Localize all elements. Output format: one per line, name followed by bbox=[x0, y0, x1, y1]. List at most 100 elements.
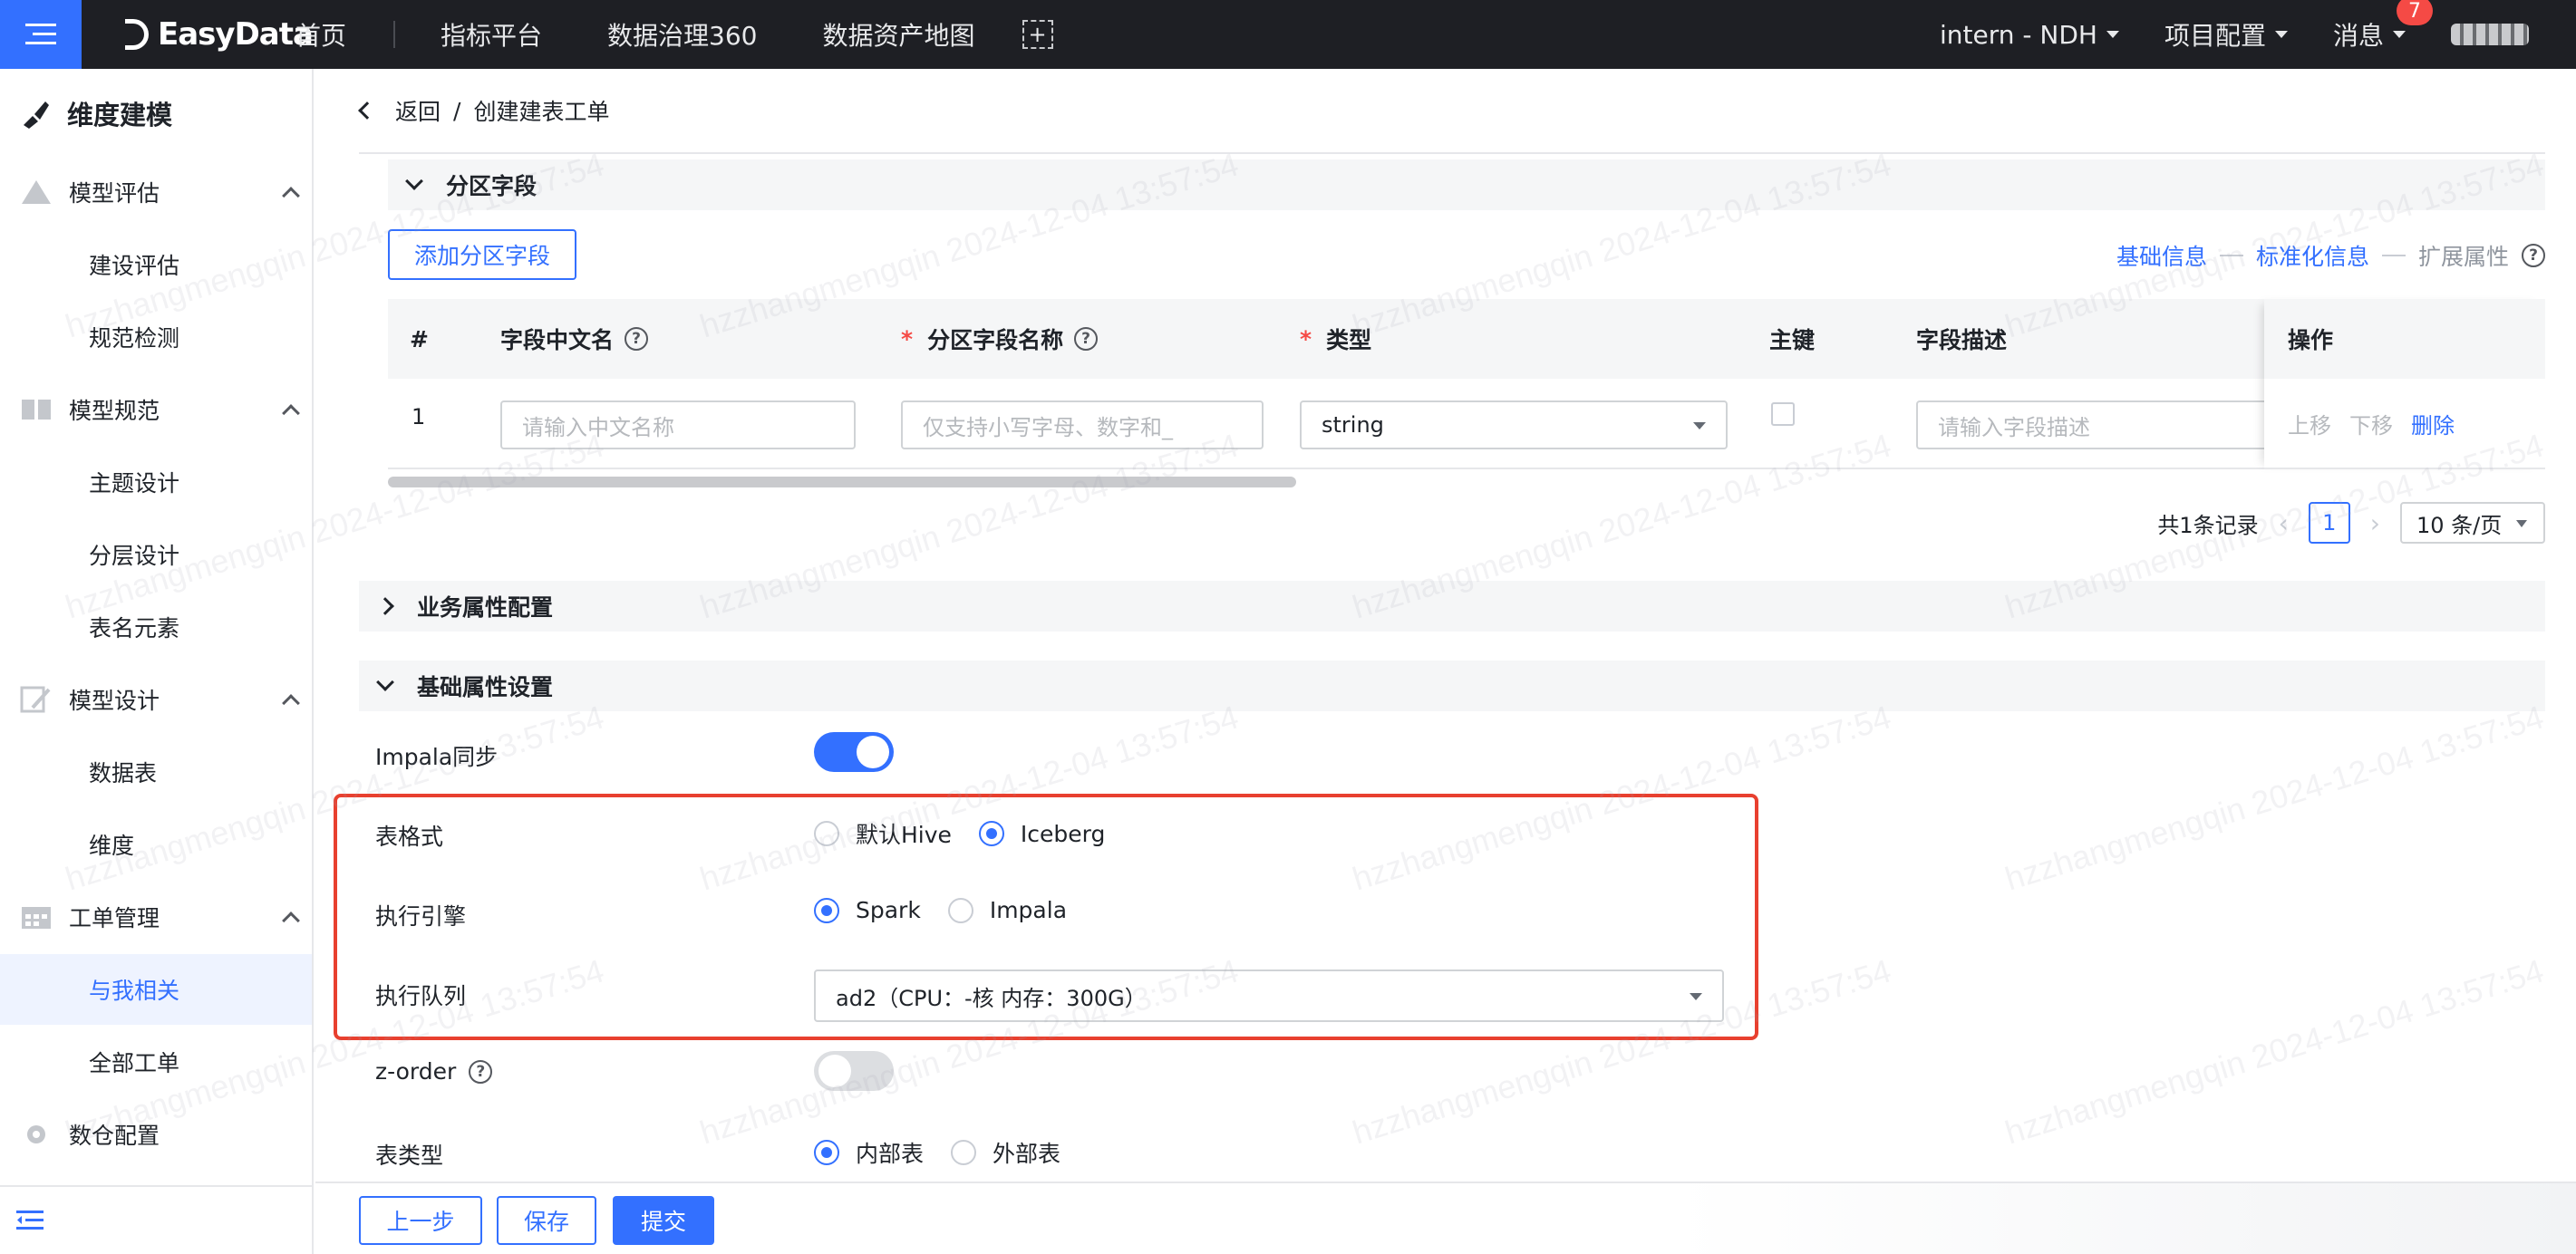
chevron-down-icon bbox=[2393, 31, 2406, 38]
engine-label: 执行引擎 bbox=[375, 903, 467, 930]
column-header-cn-name: 字段中文名? bbox=[500, 299, 649, 379]
next-page-icon[interactable]: › bbox=[2370, 508, 2380, 538]
breadcrumb-back[interactable]: 返回 bbox=[395, 94, 441, 127]
design-icon bbox=[20, 686, 51, 713]
chevron-down-icon bbox=[2516, 520, 2527, 527]
sidebar-title: 维度建模 bbox=[20, 94, 172, 132]
sidebar-group-warehouse-config[interactable]: 数仓配置 bbox=[20, 1118, 297, 1151]
chevron-right-icon bbox=[376, 597, 394, 615]
project-selector[interactable]: intern - NDH bbox=[1940, 20, 2119, 50]
app-logo[interactable]: EasyData bbox=[125, 0, 314, 69]
logo-text: EasyData bbox=[158, 16, 314, 53]
move-up-button[interactable]: 上移 bbox=[2288, 408, 2331, 439]
type-select[interactable]: string bbox=[1300, 400, 1728, 449]
horizontal-scrollbar[interactable] bbox=[388, 477, 1296, 487]
radio-spark[interactable] bbox=[814, 897, 839, 923]
messages-menu[interactable]: 消息 7 bbox=[2332, 0, 2433, 53]
nav-home[interactable]: 首页 bbox=[295, 16, 346, 53]
move-down-button[interactable]: 下移 bbox=[2349, 408, 2393, 439]
table-format-label: 表格式 bbox=[375, 824, 444, 850]
column-header-operations: 操作 bbox=[2264, 299, 2545, 379]
radio-label[interactable]: Impala bbox=[990, 897, 1067, 923]
sidebar-item-dimension[interactable]: 维度 bbox=[0, 809, 312, 880]
chevron-left-icon[interactable] bbox=[358, 101, 376, 120]
section-basic-header[interactable]: 基础属性设置 bbox=[359, 661, 2545, 711]
page-number[interactable]: 1 bbox=[2308, 502, 2350, 544]
sidebar-item-table-name-elements[interactable]: 表名元素 bbox=[0, 592, 312, 662]
radio-label[interactable]: Spark bbox=[856, 897, 921, 923]
delete-button[interactable]: 删除 bbox=[2411, 408, 2455, 439]
radio-internal-table[interactable] bbox=[814, 1140, 839, 1165]
sidebar-item-data-table[interactable]: 数据表 bbox=[0, 737, 312, 807]
prev-step-button[interactable]: 上一步 bbox=[359, 1196, 482, 1245]
sidebar-group-model-spec[interactable]: 模型规范 bbox=[20, 393, 300, 426]
help-icon[interactable]: ? bbox=[1074, 327, 1099, 351]
impala-sync-toggle[interactable] bbox=[814, 732, 894, 772]
radio-default-hive[interactable] bbox=[814, 821, 839, 846]
nav-governance[interactable]: 数据治理360 bbox=[607, 16, 757, 53]
radio-iceberg[interactable] bbox=[978, 821, 1004, 846]
sidebar-group-ticket-mgmt[interactable]: 工单管理 bbox=[20, 901, 300, 933]
field-name-input[interactable]: 仅支持小写字母、数字和_ bbox=[901, 400, 1264, 449]
engine-radio-group: Spark Impala bbox=[814, 897, 1094, 923]
sidebar-group-model-eval[interactable]: 模型评估 bbox=[20, 176, 300, 208]
queue-label: 执行队列 bbox=[375, 983, 467, 1009]
main-content: 返回 / 创建建表工单 分区字段 添加分区字段 基础信息 标准化信息 扩展属性 … bbox=[315, 69, 2576, 1254]
add-app-icon[interactable]: + bbox=[1022, 20, 1053, 49]
chevron-up-icon bbox=[282, 404, 300, 422]
table-type-radio-group: 内部表 外部表 bbox=[814, 1136, 1088, 1169]
breadcrumb-divider bbox=[359, 152, 2545, 154]
description-input[interactable]: 请输入字段描述 bbox=[1916, 400, 2279, 449]
section-partition-header[interactable]: 分区字段 bbox=[388, 159, 2545, 210]
radio-label[interactable]: 默认Hive bbox=[856, 817, 952, 850]
toggle-knob bbox=[818, 1055, 851, 1087]
menu-button[interactable] bbox=[0, 0, 82, 69]
sidebar-group-model-design[interactable]: 模型设计 bbox=[20, 683, 300, 716]
help-icon[interactable]: ? bbox=[469, 1059, 493, 1084]
step-ext-attrs[interactable]: 扩展属性 bbox=[2418, 239, 2509, 272]
prev-page-icon[interactable]: ‹ bbox=[2279, 508, 2289, 538]
radio-external-table[interactable] bbox=[951, 1140, 977, 1165]
action-footer: 上一步 保存 提交 bbox=[315, 1182, 2576, 1254]
row-operations: 上移 下移 删除 bbox=[2264, 379, 2545, 469]
sidebar-title-text: 维度建模 bbox=[67, 100, 173, 130]
column-header-type: * 类型 bbox=[1300, 325, 1372, 354]
column-header-index: # bbox=[410, 325, 429, 352]
radio-impala[interactable] bbox=[947, 897, 973, 923]
step-standard-info[interactable]: 标准化信息 bbox=[2256, 239, 2369, 272]
sidebar-item-build-eval[interactable]: 建设评估 bbox=[0, 229, 312, 300]
save-button[interactable]: 保存 bbox=[497, 1196, 596, 1245]
queue-select[interactable]: ad2（CPU：-核 内存：300G） bbox=[814, 969, 1724, 1022]
gear-icon bbox=[27, 1125, 45, 1143]
sidebar-item-layer-design[interactable]: 分层设计 bbox=[0, 519, 312, 590]
sidebar-item-topic-design[interactable]: 主题设计 bbox=[0, 447, 312, 517]
radio-label[interactable]: 外部表 bbox=[993, 1136, 1060, 1169]
user-avatar[interactable] bbox=[2451, 24, 2529, 45]
add-partition-field-button[interactable]: 添加分区字段 bbox=[388, 229, 576, 280]
radio-label[interactable]: 内部表 bbox=[856, 1136, 924, 1169]
sidebar-item-all-tickets[interactable]: 全部工单 bbox=[0, 1027, 312, 1097]
messages-label: 消息 bbox=[2332, 21, 2384, 51]
cn-name-input[interactable]: 请输入中文名称 bbox=[500, 400, 856, 449]
help-icon[interactable]: ? bbox=[625, 327, 649, 351]
column-header-primary-key: 主键 bbox=[1769, 327, 1816, 353]
chevron-down-icon bbox=[376, 673, 394, 691]
nav-asset-map[interactable]: 数据资产地图 bbox=[822, 16, 974, 53]
step-basic-info[interactable]: 基础信息 bbox=[2116, 239, 2207, 272]
sidebar-item-related-to-me[interactable]: 与我相关 bbox=[0, 954, 312, 1025]
table-header: # 字段中文名? * 分区字段名称? * 类型 主键 字段描述 bbox=[388, 299, 2545, 379]
submit-button[interactable]: 提交 bbox=[613, 1196, 714, 1245]
help-icon[interactable]: ? bbox=[2522, 244, 2545, 267]
radio-label[interactable]: Iceberg bbox=[1021, 821, 1105, 847]
project-config-menu[interactable]: 项目配置 bbox=[2164, 16, 2288, 53]
sidebar-item-spec-check[interactable]: 规范检测 bbox=[0, 302, 312, 372]
top-right-area: intern - NDH 项目配置 消息 7 bbox=[1940, 0, 2576, 69]
nav-metrics[interactable]: 指标平台 bbox=[441, 16, 542, 53]
section-business-header[interactable]: 业务属性配置 bbox=[359, 581, 2545, 632]
hamburger-icon bbox=[25, 24, 56, 44]
page-size-select[interactable]: 10 条/页 bbox=[2400, 502, 2545, 544]
collapse-sidebar-icon[interactable] bbox=[16, 1209, 44, 1232]
page-size-value: 10 条/页 bbox=[2416, 512, 2503, 538]
primary-key-checkbox[interactable] bbox=[1771, 402, 1795, 426]
zorder-toggle[interactable] bbox=[814, 1051, 894, 1091]
